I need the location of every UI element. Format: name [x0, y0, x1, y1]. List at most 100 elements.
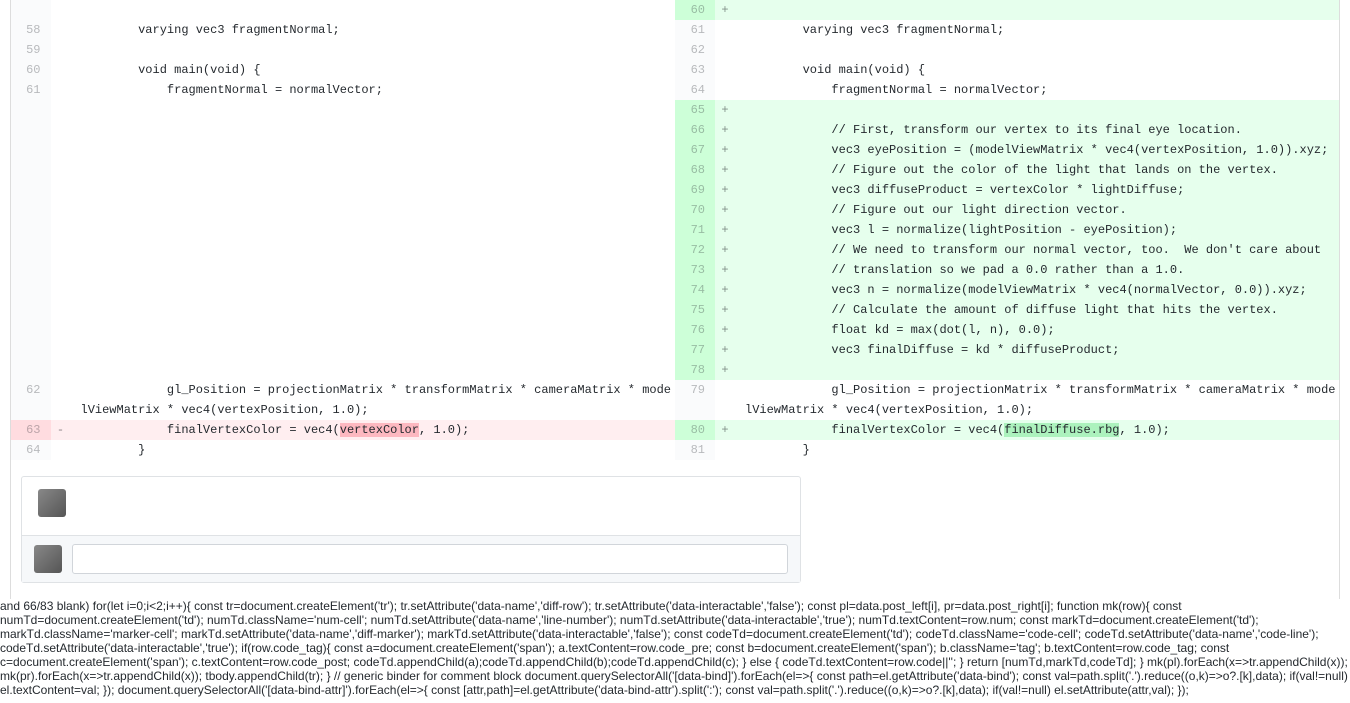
- line-number[interactable]: [11, 180, 51, 200]
- line-number[interactable]: 65: [675, 100, 715, 120]
- line-number[interactable]: [11, 280, 51, 300]
- line-number[interactable]: 63: [675, 60, 715, 80]
- code-line[interactable]: vec3 l = normalize(lightPosition - eyePo…: [735, 220, 1340, 240]
- code-line[interactable]: [71, 280, 676, 300]
- line-number[interactable]: 79: [675, 380, 715, 420]
- diff-row: 74+ vec3 n = normalize(modelViewMatrix *…: [11, 280, 1340, 300]
- line-number[interactable]: 80: [675, 420, 715, 440]
- code-line[interactable]: [735, 0, 1340, 20]
- code-line[interactable]: void main(void) {: [735, 60, 1340, 80]
- reply-input[interactable]: [72, 544, 788, 574]
- line-number[interactable]: [11, 100, 51, 120]
- code-line[interactable]: [71, 160, 676, 180]
- line-number[interactable]: 64: [675, 80, 715, 100]
- line-number[interactable]: [11, 0, 51, 20]
- diff-marker: [51, 140, 71, 160]
- line-number[interactable]: 68: [675, 160, 715, 180]
- code-line[interactable]: [71, 140, 676, 160]
- code-line[interactable]: [735, 100, 1340, 120]
- code-line[interactable]: [71, 100, 676, 120]
- code-line[interactable]: vec3 eyePosition = (modelViewMatrix * ve…: [735, 140, 1340, 160]
- line-number[interactable]: 78: [675, 360, 715, 380]
- line-number[interactable]: 60: [675, 0, 715, 20]
- code-line[interactable]: // Figure out the color of the light tha…: [735, 160, 1340, 180]
- code-line[interactable]: finalVertexColor = vec4(finalDiffuse.rbg…: [735, 420, 1340, 440]
- diff-row: 77+ vec3 finalDiffuse = kd * diffuseProd…: [11, 340, 1340, 360]
- line-number[interactable]: 63: [11, 420, 51, 440]
- line-number[interactable]: 62: [11, 380, 51, 420]
- code-line[interactable]: [71, 120, 676, 140]
- code-line[interactable]: gl_Position = projectionMatrix * transfo…: [71, 380, 676, 420]
- code-line[interactable]: }: [71, 440, 676, 460]
- code-line[interactable]: // Calculate the amount of diffuse light…: [735, 300, 1340, 320]
- diff-marker: [51, 440, 71, 460]
- code-line[interactable]: [71, 360, 676, 380]
- code-line[interactable]: fragmentNormal = normalVector;: [735, 80, 1340, 100]
- line-number[interactable]: 71: [675, 220, 715, 240]
- line-number[interactable]: [11, 320, 51, 340]
- line-number[interactable]: 69: [675, 180, 715, 200]
- code-line[interactable]: [71, 0, 676, 20]
- code-line[interactable]: [735, 360, 1340, 380]
- line-number[interactable]: 75: [675, 300, 715, 320]
- line-number[interactable]: 81: [675, 440, 715, 460]
- line-number[interactable]: [11, 260, 51, 280]
- code-line[interactable]: // We need to transform our normal vecto…: [735, 240, 1340, 260]
- line-number[interactable]: 73: [675, 260, 715, 280]
- line-number[interactable]: 61: [675, 20, 715, 40]
- code-line[interactable]: [71, 220, 676, 240]
- code-line[interactable]: vec3 finalDiffuse = kd * diffuseProduct;: [735, 340, 1340, 360]
- line-number[interactable]: [11, 300, 51, 320]
- line-number[interactable]: 58: [11, 20, 51, 40]
- line-number[interactable]: [11, 360, 51, 380]
- code-line[interactable]: // Figure out our light direction vector…: [735, 200, 1340, 220]
- line-number[interactable]: [11, 140, 51, 160]
- line-number[interactable]: [11, 340, 51, 360]
- line-number[interactable]: [11, 160, 51, 180]
- code-line[interactable]: vec3 n = normalize(modelViewMatrix * vec…: [735, 280, 1340, 300]
- code-line[interactable]: [71, 180, 676, 200]
- code-line[interactable]: varying vec3 fragmentNormal;: [71, 20, 676, 40]
- code-line[interactable]: fragmentNormal = normalVector;: [71, 80, 676, 100]
- code-line[interactable]: // translation so we pad a 0.0 rather th…: [735, 260, 1340, 280]
- code-line[interactable]: [71, 340, 676, 360]
- code-line[interactable]: [71, 300, 676, 320]
- diff-marker: [51, 40, 71, 60]
- line-number[interactable]: 59: [11, 40, 51, 60]
- line-number[interactable]: 62: [675, 40, 715, 60]
- code-line[interactable]: [71, 40, 676, 60]
- line-number[interactable]: [11, 120, 51, 140]
- code-line[interactable]: gl_Position = projectionMatrix * transfo…: [735, 380, 1340, 420]
- code-line[interactable]: // First, transform our vertex to its fi…: [735, 120, 1340, 140]
- line-number[interactable]: 64: [11, 440, 51, 460]
- avatar[interactable]: [38, 489, 66, 517]
- diff-marker: +: [715, 340, 735, 360]
- line-number[interactable]: [11, 220, 51, 240]
- code-line[interactable]: }: [735, 440, 1340, 460]
- code-line[interactable]: [71, 320, 676, 340]
- line-number[interactable]: 74: [675, 280, 715, 300]
- line-number[interactable]: 76: [675, 320, 715, 340]
- line-number[interactable]: 77: [675, 340, 715, 360]
- code-line[interactable]: vec3 diffuseProduct = vertexColor * ligh…: [735, 180, 1340, 200]
- line-number[interactable]: 60: [11, 60, 51, 80]
- diff-row: 68+ // Figure out the color of the light…: [11, 160, 1340, 180]
- code-line[interactable]: varying vec3 fragmentNormal;: [735, 20, 1340, 40]
- line-number[interactable]: 67: [675, 140, 715, 160]
- line-number[interactable]: [11, 240, 51, 260]
- code-line[interactable]: void main(void) {: [71, 60, 676, 80]
- code-line[interactable]: [71, 260, 676, 280]
- line-number[interactable]: [11, 200, 51, 220]
- line-number[interactable]: 72: [675, 240, 715, 260]
- code-line[interactable]: [71, 240, 676, 260]
- code-line[interactable]: [735, 40, 1340, 60]
- code-line[interactable]: [71, 200, 676, 220]
- code-line[interactable]: float kd = max(dot(l, n), 0.0);: [735, 320, 1340, 340]
- line-number[interactable]: 70: [675, 200, 715, 220]
- diff-marker: +: [715, 260, 735, 280]
- diff-row: 60 void main(void) {63 void main(void) {: [11, 60, 1340, 80]
- avatar[interactable]: [34, 545, 62, 573]
- code-line[interactable]: finalVertexColor = vec4(vertexColor, 1.0…: [71, 420, 676, 440]
- line-number[interactable]: 66: [675, 120, 715, 140]
- line-number[interactable]: 61: [11, 80, 51, 100]
